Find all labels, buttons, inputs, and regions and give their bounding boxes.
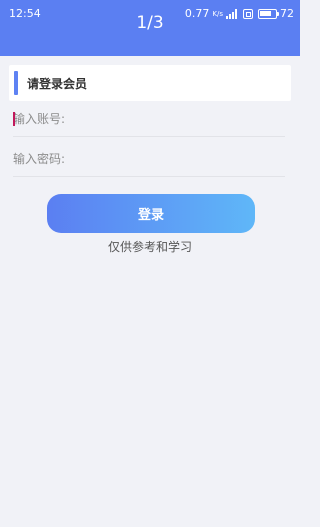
network-speed-unit: K/s — [212, 9, 223, 18]
battery-icon — [258, 8, 279, 19]
account-input[interactable] — [13, 105, 285, 133]
login-button[interactable]: 登录 — [47, 194, 255, 233]
login-prompt-card: 请登录会员 — [9, 65, 291, 101]
login-prompt-title: 请登录会员 — [27, 77, 88, 91]
top-bar: 12:54 1/3 0.77 K/s 72 — [0, 0, 300, 56]
sim-icon — [243, 8, 253, 19]
network-speed: 0.77 — [184, 7, 210, 20]
text-cursor — [13, 112, 15, 126]
disclaimer-text: 仅供参考和学习 — [107, 240, 192, 254]
battery-level: 72 — [280, 7, 294, 20]
signal-icon — [226, 8, 237, 19]
status-icons: 0.77 K/s 72 — [185, 7, 294, 20]
card-accent-bar — [14, 71, 18, 95]
password-field — [13, 145, 285, 177]
account-field — [13, 105, 285, 137]
password-input[interactable] — [13, 145, 285, 173]
